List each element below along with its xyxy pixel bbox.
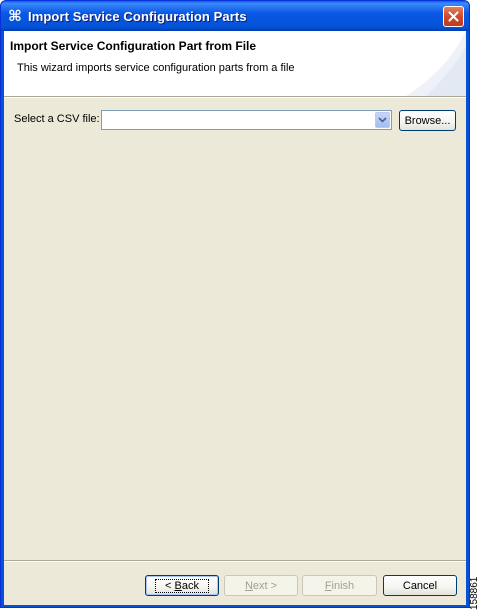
wizard-client-area: Import Service Configuration Part from F… xyxy=(4,31,466,605)
back-button-focus: < Back xyxy=(155,578,209,593)
wizard-banner: Import Service Configuration Part from F… xyxy=(4,31,466,97)
app-icon: ⌘ xyxy=(8,7,22,25)
wizard-window: ⌘ Import Service Configuration Parts Imp… xyxy=(0,0,470,608)
close-icon xyxy=(448,11,459,22)
back-button-mnemonic: B xyxy=(174,579,182,592)
browse-button-label: Browse... xyxy=(404,114,451,127)
next-button-mnemonic: N xyxy=(244,579,253,592)
back-button-prefix: < xyxy=(165,579,175,592)
finish-button-rest: inish xyxy=(331,579,355,592)
browse-button[interactable]: Browse... xyxy=(399,110,456,131)
cancel-button[interactable]: Cancel xyxy=(383,575,457,596)
csv-file-combobox[interactable] xyxy=(101,110,392,130)
window-frame-right xyxy=(466,31,469,607)
cancel-button-label: Cancel xyxy=(402,579,438,592)
banner-decoration-graphic xyxy=(406,31,466,96)
window-title: Import Service Configuration Parts xyxy=(28,8,247,24)
back-button[interactable]: < Back xyxy=(145,575,219,596)
back-button-rest: ack xyxy=(181,579,199,592)
finish-button[interactable]: Finish xyxy=(302,575,377,596)
next-button-rest: ext > xyxy=(252,579,278,592)
wizard-page-title: Import Service Configuration Part from F… xyxy=(10,39,257,53)
title-bar[interactable]: ⌘ Import Service Configuration Parts xyxy=(1,1,469,31)
combobox-dropdown-button[interactable] xyxy=(375,112,390,128)
wizard-page-description: This wizard imports service configuratio… xyxy=(17,62,295,74)
banner-separator xyxy=(4,97,466,98)
close-button[interactable] xyxy=(443,6,464,27)
next-button[interactable]: Next > xyxy=(224,575,298,596)
figure-number: 158861 xyxy=(469,576,480,610)
chevron-down-icon xyxy=(378,117,387,123)
footer-separator xyxy=(4,560,466,562)
finish-button-mnemonic: F xyxy=(324,579,332,592)
csv-file-label: Select a CSV file: xyxy=(14,113,100,125)
